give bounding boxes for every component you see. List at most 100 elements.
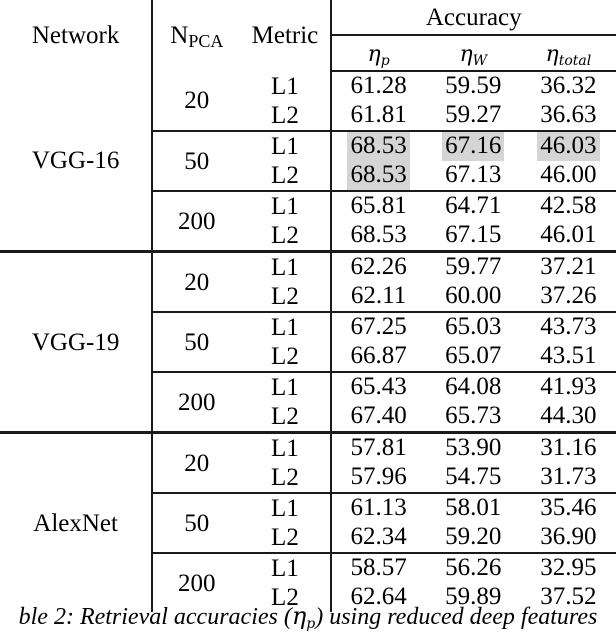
eta-p-value-cell: 57.96 bbox=[329, 463, 426, 494]
header-eta-total: ηtotal bbox=[520, 35, 616, 72]
eta-p-value: 61.28 bbox=[350, 72, 407, 100]
eta-w-value-cell: 59.77 bbox=[426, 252, 521, 283]
eta-p-value-cell: 61.28 bbox=[329, 71, 426, 101]
eta-total-value-cell: 46.00 bbox=[520, 161, 616, 192]
eta-total-glyph: η bbox=[545, 41, 559, 67]
metric-value: L2 bbox=[271, 222, 299, 249]
eta-p-value-cell: 61.81 bbox=[329, 101, 426, 132]
eta-w-value: 59.77 bbox=[445, 253, 502, 281]
eta-w-value: 64.71 bbox=[445, 192, 502, 220]
eta-total: ηtotal bbox=[545, 41, 592, 68]
network-name: AlexNet bbox=[33, 509, 118, 537]
eta-total-value-cell: 37.21 bbox=[521, 252, 616, 283]
eta-w-value: 54.75 bbox=[445, 463, 502, 491]
metric-value: L2 bbox=[271, 403, 299, 430]
eta-p-value-cell: 62.26 bbox=[329, 251, 426, 282]
eta-total-value: 36.63 bbox=[540, 101, 597, 129]
metric-value: L1 bbox=[271, 555, 299, 582]
eta-p-value: 68.53 bbox=[350, 221, 407, 249]
metric-value: L2 bbox=[271, 343, 299, 370]
metric-value: L1 bbox=[271, 254, 299, 281]
eta-total-value: 32.95 bbox=[540, 554, 597, 582]
header-accuracy-label: Accuracy bbox=[425, 3, 522, 31]
table-body: Network NPCA Metric Accuracy ηp ηW ηtotal VGG-1… bbox=[0, 0, 616, 612]
eta-w-value-cell: 67.16 bbox=[426, 131, 521, 161]
eta-total-value: 46.01 bbox=[540, 221, 597, 249]
caption-eta-glyph: η bbox=[291, 602, 307, 630]
eta-w-value-cell: 67.15 bbox=[425, 221, 521, 253]
eta-total-value: 37.21 bbox=[540, 253, 597, 281]
metric-cell: L2 bbox=[240, 342, 331, 373]
metric-cell: L1 bbox=[240, 312, 330, 342]
header-network: Network bbox=[0, 0, 152, 71]
metric-value: L2 bbox=[271, 524, 299, 551]
metric-value: L1 bbox=[271, 374, 299, 401]
metric-cell: L2 bbox=[240, 101, 331, 132]
npca-value: 20 bbox=[184, 87, 210, 114]
eta-total-value-cell: 42.58 bbox=[521, 191, 616, 221]
table-header-row-top: Network NPCA Metric Accuracy bbox=[0, 0, 616, 71]
eta-p-subscript: p bbox=[380, 52, 390, 69]
header-npca-n: N bbox=[170, 22, 189, 49]
eta-p-value: 65.43 bbox=[350, 373, 407, 401]
npca-value-cell: 50 bbox=[151, 312, 241, 373]
metric-value: L1 bbox=[271, 314, 299, 341]
eta-total-value-cell: 46.01 bbox=[520, 221, 616, 253]
metric-cell: L2 bbox=[240, 282, 331, 313]
eta-total-value-cell: 46.03 bbox=[521, 131, 616, 161]
eta-w-value-cell: 59.59 bbox=[426, 71, 521, 101]
npca-value-cell: 20 bbox=[151, 251, 241, 313]
npca-value: 200 bbox=[178, 207, 216, 235]
header-eta-p: ηp bbox=[329, 35, 426, 72]
npca-value-cell: 20 bbox=[151, 432, 241, 494]
eta-p-value: 62.11 bbox=[350, 282, 407, 310]
eta-total-value-cell: 43.73 bbox=[521, 312, 616, 342]
caption-after: ) using reduced deep features bbox=[315, 604, 598, 630]
eta-total-value-cell: 37.26 bbox=[520, 282, 616, 313]
eta-w-value-cell: 56.26 bbox=[426, 553, 521, 583]
eta-w-glyph: η bbox=[459, 41, 473, 67]
eta-p: ηp bbox=[368, 42, 390, 69]
metric-cell: L2 bbox=[240, 463, 331, 494]
eta-p-value: 67.40 bbox=[350, 402, 407, 430]
metric-value: L1 bbox=[271, 495, 299, 522]
eta-p-value: 61.13 bbox=[350, 494, 407, 522]
npca-value-cell: 200 bbox=[151, 191, 241, 253]
eta-w-value-cell: 64.71 bbox=[426, 191, 521, 221]
table-row: VGG-16 20 L1 61.28 59.59 36.32 bbox=[0, 71, 616, 253]
eta-w-value-cell: 65.73 bbox=[425, 402, 521, 434]
eta-total-value-cell: 44.30 bbox=[520, 402, 616, 434]
eta-w-value-cell: 65.07 bbox=[425, 342, 521, 373]
eta-p-value: 58.57 bbox=[350, 554, 407, 582]
eta-w-value-cell: 59.27 bbox=[425, 101, 521, 132]
eta-p-value-cell: 62.34 bbox=[329, 523, 426, 554]
metric-cell: L1 bbox=[240, 191, 330, 221]
eta-w-value: 67.16 bbox=[442, 132, 505, 161]
eta-w-value: 59.59 bbox=[445, 72, 502, 100]
header-eta-w: ηW bbox=[425, 35, 521, 72]
caption-eta-subscript: p bbox=[306, 616, 316, 631]
eta-p-value: 68.53 bbox=[347, 161, 410, 190]
metric-value: L2 bbox=[271, 162, 299, 189]
eta-p-value-cell: 57.81 bbox=[329, 432, 426, 463]
header-network-label: Network bbox=[31, 22, 120, 49]
npca-value: 50 bbox=[184, 509, 210, 537]
eta-w-value: 59.27 bbox=[445, 101, 502, 129]
eta-p-value: 62.26 bbox=[350, 253, 407, 281]
metric-cell: L1 bbox=[240, 131, 330, 161]
metric-cell: L1 bbox=[240, 71, 330, 101]
eta-p-value-cell: 62.11 bbox=[329, 282, 426, 313]
eta-total-value: 43.51 bbox=[540, 342, 597, 370]
npca-value: 200 bbox=[178, 569, 216, 597]
metric-value: L2 bbox=[271, 283, 299, 310]
metric-cell: L2 bbox=[240, 161, 331, 192]
eta-total-value: 46.00 bbox=[540, 161, 597, 189]
eta-total-value: 44.30 bbox=[540, 402, 597, 430]
eta-total-value-cell: 35.46 bbox=[521, 493, 616, 523]
npca-value: 50 bbox=[184, 328, 210, 356]
metric-cell: L2 bbox=[240, 402, 331, 434]
eta-w-subscript: W bbox=[472, 52, 488, 69]
eta-w-value: 67.15 bbox=[445, 221, 502, 249]
eta-total-value-cell: 32.95 bbox=[521, 553, 616, 583]
header-metric: Metric bbox=[240, 0, 330, 71]
